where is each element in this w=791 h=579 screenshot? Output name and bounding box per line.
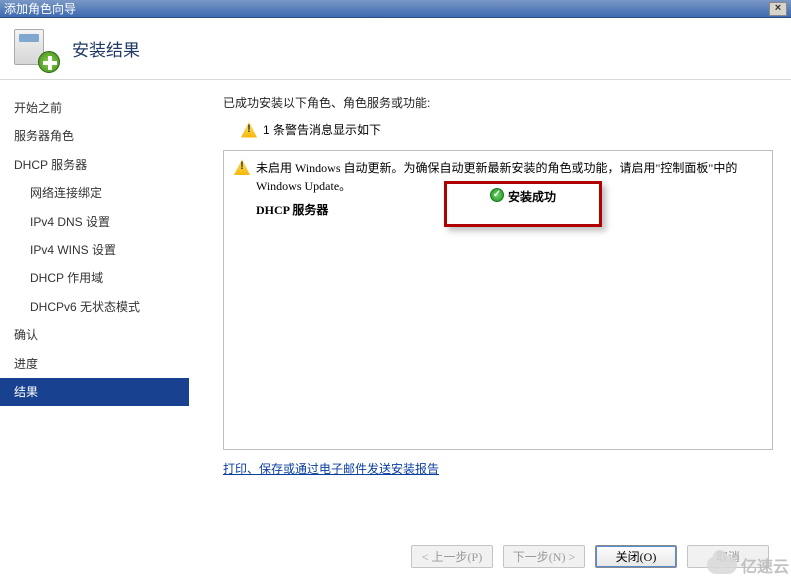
close-button[interactable]: 关闭(O)	[595, 545, 677, 568]
sidebar-item-server-roles[interactable]: 服务器角色	[0, 122, 189, 150]
sidebar-item-network-binding[interactable]: 网络连接绑定	[0, 179, 189, 207]
sidebar-item-label: DHCP 服务器	[14, 158, 87, 172]
sidebar-item-ipv4-wins[interactable]: IPv4 WINS 设置	[0, 236, 189, 264]
install-status-text: 安装成功	[508, 188, 556, 205]
page-title: 安装结果	[72, 36, 140, 61]
sidebar-item-dhcpv6-stateless[interactable]: DHCPv6 无状态模式	[0, 293, 189, 321]
sidebar-item-label: 网络连接绑定	[30, 186, 102, 200]
sidebar-item-label: IPv4 WINS 设置	[30, 243, 116, 257]
sidebar-item-label: 确认	[14, 328, 38, 342]
wizard-steps-sidebar: 开始之前 服务器角色 DHCP 服务器 网络连接绑定 IPv4 DNS 设置 I…	[0, 80, 189, 533]
next-button: 下一步(N) >	[503, 545, 585, 568]
sidebar-item-label: 结果	[14, 385, 38, 399]
sidebar-item-label: 开始之前	[14, 101, 62, 115]
sidebar-item-label: 进度	[14, 357, 38, 371]
sidebar-item-label: IPv4 DNS 设置	[30, 215, 110, 229]
results-panel: 未启用 Windows 自动更新。为确保自动更新最新安装的角色或功能，请启用"控…	[223, 150, 773, 450]
content-pane: 已成功安装以下角色、角色服务或功能: 1 条警告消息显示如下 未启用 Windo…	[189, 80, 791, 533]
warning-summary: 1 条警告消息显示如下	[241, 121, 773, 138]
server-role-icon	[14, 27, 58, 71]
warning-summary-text: 1 条警告消息显示如下	[263, 121, 381, 138]
warning-icon	[241, 122, 257, 138]
sidebar-item-label: DHCPv6 无状态模式	[30, 300, 140, 314]
sidebar-item-label: 服务器角色	[14, 129, 74, 143]
intro-text: 已成功安装以下角色、角色服务或功能:	[223, 94, 773, 111]
success-icon	[490, 188, 504, 202]
sidebar-item-ipv4-dns[interactable]: IPv4 DNS 设置	[0, 208, 189, 236]
role-name: DHCP 服务器	[234, 201, 328, 218]
wizard-footer: < 上一步(P) 下一步(N) > 关闭(O) 取消	[0, 533, 791, 579]
sidebar-item-results[interactable]: 结果	[0, 378, 189, 406]
back-button: < 上一步(P)	[411, 545, 493, 568]
sidebar-item-before-begin[interactable]: 开始之前	[0, 94, 189, 122]
sidebar-item-progress[interactable]: 进度	[0, 350, 189, 378]
sidebar-item-confirm[interactable]: 确认	[0, 321, 189, 349]
titlebar: 添加角色向导 ×	[0, 0, 791, 18]
install-status-highlight: 安装成功	[444, 181, 602, 227]
cancel-button: 取消	[687, 545, 769, 568]
report-link[interactable]: 打印、保存或通过电子邮件发送安装报告	[223, 460, 439, 477]
sidebar-item-label: DHCP 作用域	[30, 271, 103, 285]
warning-icon	[234, 159, 250, 175]
window-title: 添加角色向导	[4, 0, 76, 17]
close-icon[interactable]: ×	[769, 2, 787, 16]
sidebar-item-dhcp-scope[interactable]: DHCP 作用域	[0, 264, 189, 292]
sidebar-item-dhcp-server[interactable]: DHCP 服务器	[0, 151, 189, 179]
wizard-header: 安装结果	[0, 18, 791, 80]
